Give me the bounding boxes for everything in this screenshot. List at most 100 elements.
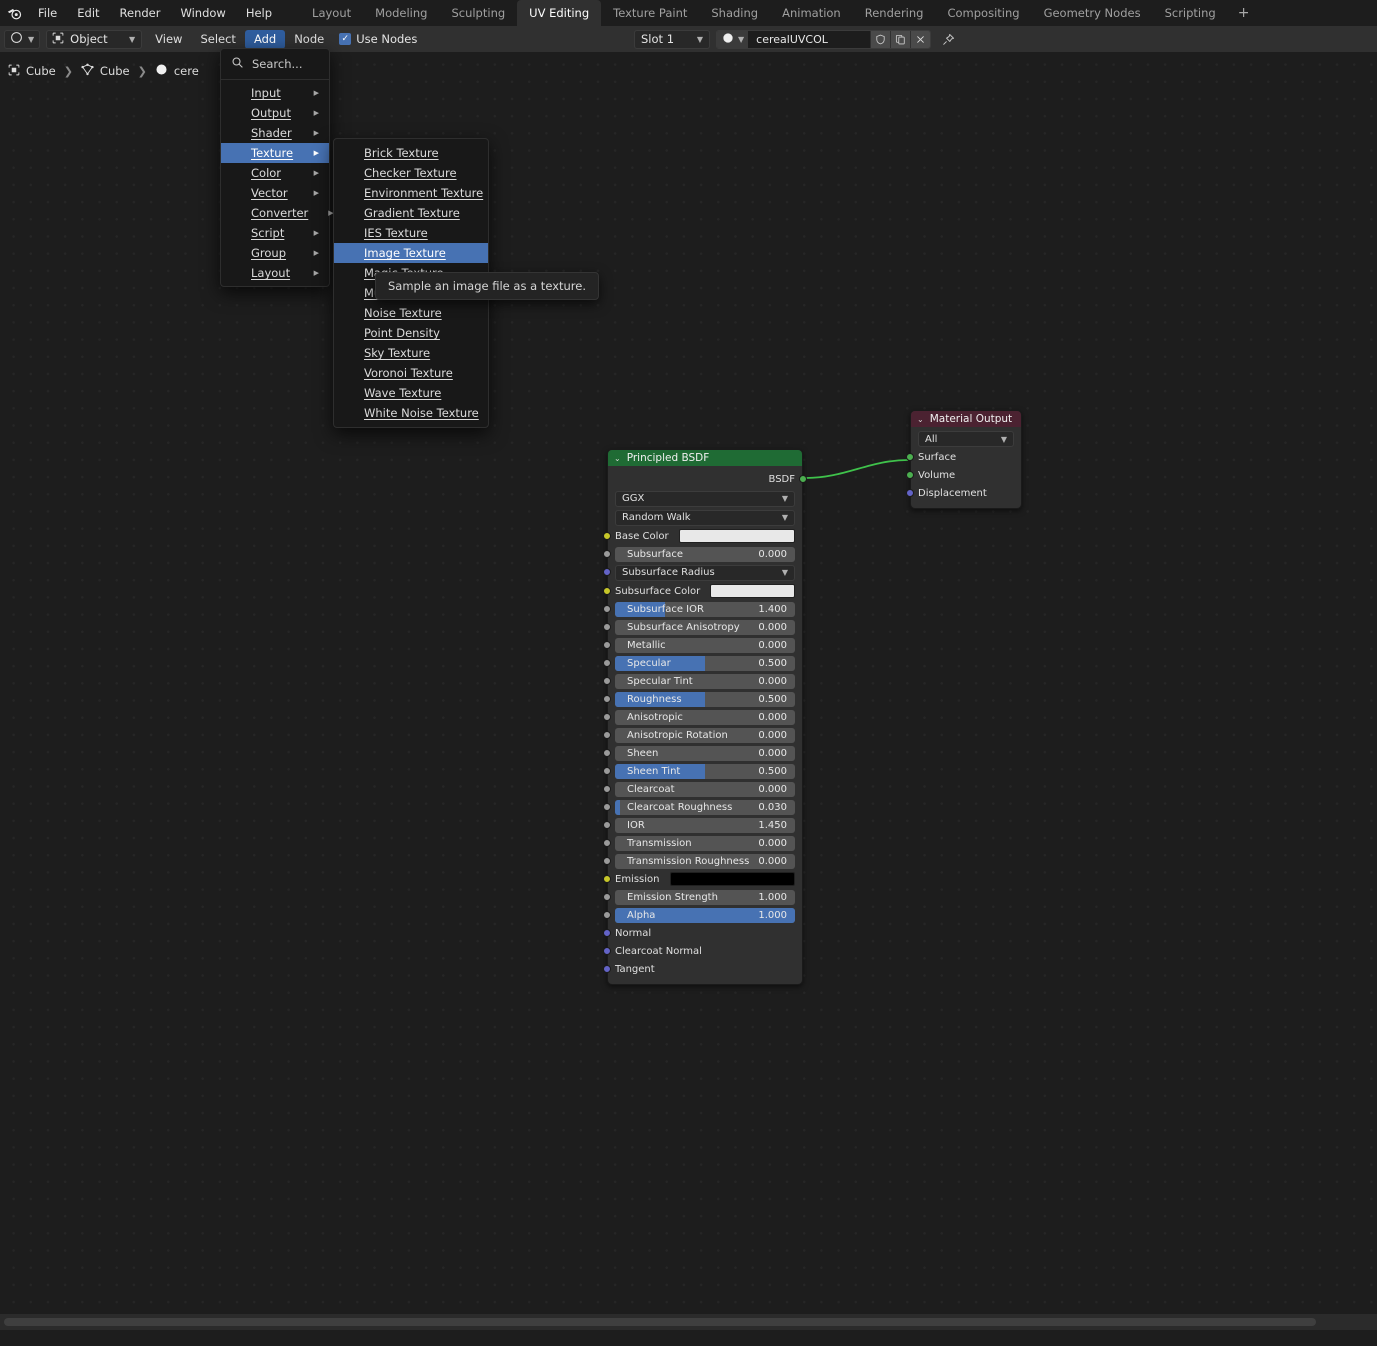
texture-item-point-density[interactable]: Point Density: [334, 323, 488, 343]
socket-dot-surface[interactable]: [906, 453, 914, 461]
socket-dot-roughness[interactable]: [603, 695, 611, 703]
node-material-output[interactable]: ⌄ Material Output All ▼ Surface Volume D…: [906, 410, 1022, 509]
add-menu-item-shader[interactable]: Shader ▶: [221, 123, 329, 143]
node-editor-canvas[interactable]: ⌄ Material Output All ▼ Surface Volume D…: [0, 52, 1377, 1330]
socket-dot-clearcoat[interactable]: [603, 785, 611, 793]
slider-roughness[interactable]: Roughness 0.500: [615, 691, 795, 707]
subsurface-radius-select[interactable]: Subsurface Radius ▼: [615, 564, 795, 581]
socket-dot-subsurface-anisotropy[interactable]: [603, 623, 611, 631]
prop-transmission[interactable]: Transmission 0.000: [603, 834, 802, 852]
menu-window[interactable]: Window: [170, 3, 235, 23]
texture-item-environment[interactable]: Environment Texture: [334, 183, 488, 203]
shield-fake-user-icon[interactable]: [870, 30, 891, 48]
slider-subsurface-anisotropy[interactable]: Subsurface Anisotropy 0.000: [615, 619, 795, 635]
node-header[interactable]: ⌄ Principled BSDF: [608, 450, 802, 466]
use-nodes-checkbox[interactable]: ✓ Use Nodes: [339, 32, 417, 46]
add-workspace-button[interactable]: +: [1228, 0, 1260, 26]
socket-dot-emission[interactable]: [603, 875, 611, 883]
prop-clearcoat-roughness[interactable]: Clearcoat Roughness 0.030: [603, 798, 802, 816]
horizontal-scrollbar[interactable]: [0, 1314, 1377, 1330]
socket-dot-tangent[interactable]: [603, 965, 611, 973]
header-menu-view[interactable]: View: [146, 30, 191, 49]
menu-render[interactable]: Render: [110, 3, 171, 23]
prop-subsurface-color[interactable]: Subsurface Color: [603, 582, 802, 600]
prop-base-color[interactable]: Base Color: [603, 527, 802, 545]
header-menu-node[interactable]: Node: [285, 30, 333, 49]
color-swatch-subsurface-color[interactable]: [710, 584, 795, 598]
subsurface-method-select[interactable]: Random Walk ▼: [615, 509, 795, 526]
material-slot-select[interactable]: Slot 1 ▼: [634, 29, 710, 49]
menu-search[interactable]: Search...: [221, 52, 329, 76]
slider-sheen-tint[interactable]: Sheen Tint 0.500: [615, 763, 795, 779]
prop-subsurface-anisotropy[interactable]: Subsurface Anisotropy 0.000: [603, 618, 802, 636]
prop-emission-strength[interactable]: Emission Strength 1.000: [603, 888, 802, 906]
add-menu-item-script[interactable]: Script ▶: [221, 223, 329, 243]
texture-item-image[interactable]: Image Texture: [334, 243, 488, 263]
color-swatch-emission[interactable]: [669, 872, 795, 886]
copy-duplicate-icon[interactable]: [890, 30, 911, 48]
workspace-tab-geometry-nodes[interactable]: Geometry Nodes: [1032, 0, 1153, 26]
socket-dot-anisotropic[interactable]: [603, 713, 611, 721]
prop-subsurface[interactable]: Subsurface 0.000: [603, 545, 802, 563]
node-header[interactable]: ⌄ Material Output: [911, 411, 1021, 427]
workspace-tab-uv-editing[interactable]: UV Editing: [517, 0, 602, 26]
prop-subsurface-ior[interactable]: Subsurface IOR 1.400: [603, 600, 802, 618]
scrollbar-thumb[interactable]: [4, 1318, 1316, 1326]
input-socket-surface[interactable]: Surface: [906, 448, 1021, 466]
texture-item-sky[interactable]: Sky Texture: [334, 343, 488, 363]
slider-clearcoat[interactable]: Clearcoat 0.000: [615, 781, 795, 797]
add-menu-item-converter[interactable]: Converter ▶: [221, 203, 334, 223]
prop-emission[interactable]: Emission: [603, 870, 802, 888]
slider-transmission[interactable]: Transmission 0.000: [615, 835, 795, 851]
workspace-tab-layout[interactable]: Layout: [300, 0, 363, 26]
add-menu-item-vector[interactable]: Vector ▶: [221, 183, 329, 203]
input-socket-volume[interactable]: Volume: [906, 466, 1021, 484]
add-menu-popup[interactable]: Search... Input ▶ Output ▶ Shader ▶ Text…: [220, 48, 334, 287]
prop-clearcoat[interactable]: Clearcoat 0.000: [603, 780, 802, 798]
prop-specular[interactable]: Specular 0.500: [603, 654, 802, 672]
prop-sheen-tint[interactable]: Sheen Tint 0.500: [603, 762, 802, 780]
slider-specular-tint[interactable]: Specular Tint 0.000: [615, 673, 795, 689]
socket-dot-volume[interactable]: [906, 471, 914, 479]
slider-specular[interactable]: Specular 0.500: [615, 655, 795, 671]
workspace-tab-scripting[interactable]: Scripting: [1153, 0, 1228, 26]
distribution-select[interactable]: GGX ▼: [615, 490, 795, 507]
socket-dot-subsurface-ior[interactable]: [603, 605, 611, 613]
socket-dot-transmission-roughness[interactable]: [603, 857, 611, 865]
socket-dot-emission-strength[interactable]: [603, 893, 611, 901]
texture-item-brick[interactable]: Brick Texture: [334, 143, 488, 163]
prop-anisotropic[interactable]: Anisotropic 0.000: [603, 708, 802, 726]
slider-clearcoat-roughness[interactable]: Clearcoat Roughness 0.030: [615, 799, 795, 815]
prop-subsurface-radius[interactable]: Subsurface Radius ▼: [603, 563, 802, 582]
menu-edit[interactable]: Edit: [67, 3, 109, 23]
editor-type-button[interactable]: ▼: [4, 29, 41, 49]
prop-normal[interactable]: Normal: [603, 924, 802, 942]
add-menu-item-group[interactable]: Group ▶: [221, 243, 329, 263]
prop-ior[interactable]: IOR 1.450: [603, 816, 802, 834]
header-menu-add[interactable]: Add: [244, 29, 286, 49]
socket-dot-ior[interactable]: [603, 821, 611, 829]
collapse-chevron-icon[interactable]: ⌄: [917, 415, 924, 424]
socket-dot-sheen[interactable]: [603, 749, 611, 757]
socket-dot-anisotropic-rotation[interactable]: [603, 731, 611, 739]
texture-item-ies[interactable]: IES Texture: [334, 223, 488, 243]
socket-dot-alpha[interactable]: [603, 911, 611, 919]
workspace-tab-shading[interactable]: Shading: [699, 0, 770, 26]
close-x-icon[interactable]: [910, 30, 931, 48]
socket-dot-subsurface-color[interactable]: [603, 587, 611, 595]
workspace-tab-modeling[interactable]: Modeling: [363, 0, 439, 26]
prop-clearcoat-normal[interactable]: Clearcoat Normal: [603, 942, 802, 960]
socket-dot-metallic[interactable]: [603, 641, 611, 649]
socket-dot-transmission[interactable]: [603, 839, 611, 847]
blender-logo-icon[interactable]: [0, 0, 28, 26]
slider-ior[interactable]: IOR 1.450: [615, 817, 795, 833]
prop-roughness[interactable]: Roughness 0.500: [603, 690, 802, 708]
texture-item-voronoi[interactable]: Voronoi Texture: [334, 363, 488, 383]
menu-file[interactable]: File: [28, 3, 67, 23]
breadcrumb-item-mesh[interactable]: Cube: [81, 63, 130, 79]
add-menu-item-texture[interactable]: Texture ▶: [221, 143, 329, 163]
add-menu-item-color[interactable]: Color ▶: [221, 163, 329, 183]
prop-tangent[interactable]: Tangent: [603, 960, 802, 978]
slider-anisotropic[interactable]: Anisotropic 0.000: [615, 709, 795, 725]
socket-dot-specular-tint[interactable]: [603, 677, 611, 685]
